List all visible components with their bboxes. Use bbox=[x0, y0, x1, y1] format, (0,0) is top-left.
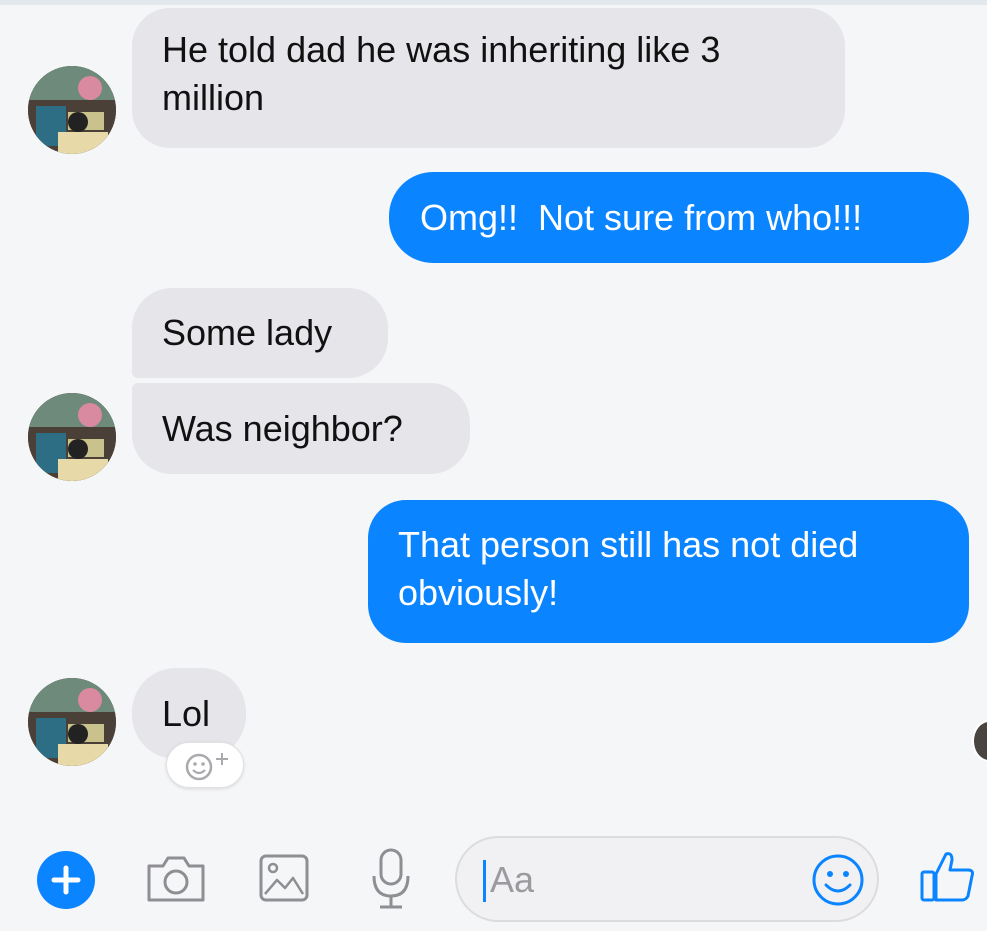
message-bubble-outgoing[interactable]: Omg!! Not sure from who!!! bbox=[389, 172, 969, 263]
contact-avatar[interactable] bbox=[28, 678, 116, 766]
photo-icon bbox=[259, 854, 309, 902]
text-caret bbox=[483, 860, 486, 902]
microphone-button[interactable] bbox=[368, 846, 414, 917]
seen-indicator-avatar bbox=[972, 720, 987, 762]
message-bubble-incoming[interactable]: He told dad he was inheriting like 3 mil… bbox=[132, 8, 845, 148]
contact-avatar[interactable] bbox=[28, 66, 116, 154]
photo-button[interactable] bbox=[257, 850, 311, 911]
top-edge bbox=[0, 0, 987, 5]
microphone-icon bbox=[372, 848, 410, 909]
contact-avatar[interactable] bbox=[28, 393, 116, 481]
message-bubble-outgoing[interactable]: That person still has not died obviously… bbox=[368, 500, 969, 643]
add-reaction-button[interactable] bbox=[166, 742, 244, 788]
message-bubble-incoming[interactable]: Was neighbor? bbox=[132, 383, 470, 474]
emoji-button[interactable] bbox=[810, 852, 866, 913]
message-text: Lol bbox=[162, 693, 211, 734]
like-icon bbox=[920, 852, 974, 902]
message-bubble-incoming[interactable]: Some lady bbox=[132, 288, 388, 378]
message-text: That person still has not died obviously… bbox=[398, 524, 859, 613]
plus-icon bbox=[51, 865, 81, 895]
message-input-placeholder: Aa bbox=[490, 859, 535, 900]
message-text: Was neighbor? bbox=[162, 408, 403, 449]
message-text: Omg!! Not sure from who!!! bbox=[420, 197, 863, 238]
like-button[interactable] bbox=[918, 846, 978, 911]
add-reaction-icon bbox=[185, 753, 228, 781]
more-actions-button[interactable] bbox=[37, 851, 95, 909]
emoji-icon bbox=[812, 854, 864, 906]
message-text: Some lady bbox=[162, 312, 333, 353]
message-text: He told dad he was inheriting like 3 mil… bbox=[162, 29, 721, 118]
chat-screen: He told dad he was inheriting like 3 mil… bbox=[0, 0, 987, 931]
camera-icon bbox=[147, 856, 205, 902]
camera-button[interactable] bbox=[145, 850, 207, 911]
